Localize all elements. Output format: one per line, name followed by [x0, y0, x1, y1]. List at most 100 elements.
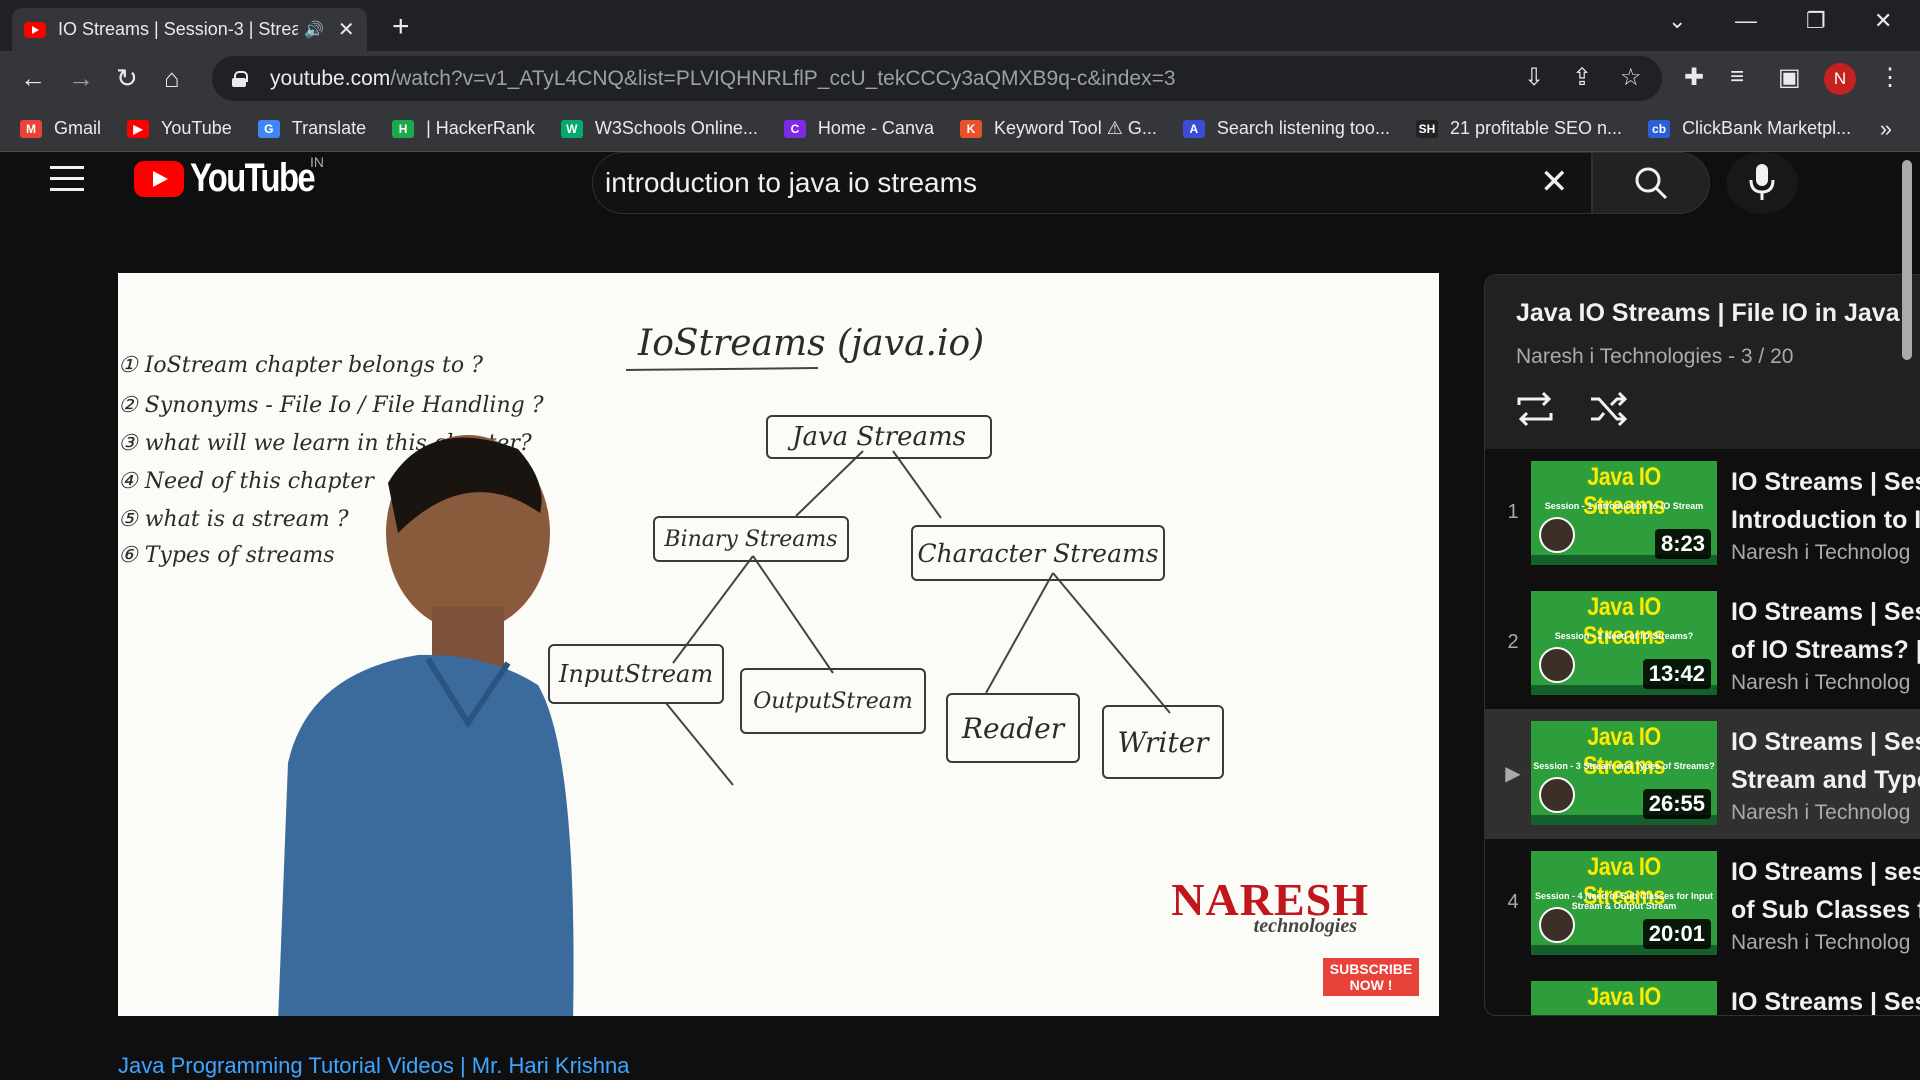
playlist-video-channel: Naresh i Technolog	[1731, 671, 1911, 694]
lock-icon[interactable]	[232, 70, 248, 87]
youtube-logo[interactable]: YouTube IN	[134, 154, 341, 201]
presenter-avatar	[1539, 777, 1575, 813]
bookmark-item[interactable]: M Gmail	[20, 118, 101, 139]
search-box[interactable]	[592, 152, 1592, 214]
playlist-item[interactable]: Java IO Streams IO Streams | Ses	[1485, 969, 1920, 1015]
node-writer: Writer	[1102, 705, 1224, 779]
tab-search-icon[interactable]: ⌄	[1668, 8, 1686, 34]
reload-button[interactable]: ↻	[116, 63, 138, 94]
bookmark-item[interactable]: cb ClickBank Marketpl...	[1648, 118, 1851, 139]
video-duration: 20:01	[1642, 919, 1711, 949]
playlist-item[interactable]: 2 Java IO Streams Session - 2 Need of IO S…	[1485, 579, 1920, 709]
hamburger-menu-icon[interactable]	[50, 166, 84, 192]
bookmark-favicon-icon: M	[20, 119, 42, 138]
thumbnail-subtitle: Session - 3 Stream and Types of Streams?	[1533, 761, 1715, 771]
restore-button[interactable]: ❐	[1806, 8, 1826, 34]
back-button[interactable]: ←	[20, 63, 46, 94]
page-scrollbar[interactable]	[1902, 160, 1912, 360]
thumbnail-heading: Java IO Streams	[1583, 463, 1665, 520]
playlist-panel: Java IO Streams | File IO in Java | C Na…	[1484, 274, 1920, 1016]
presenter-avatar	[1539, 517, 1575, 553]
bookmark-star-icon[interactable]: ☆	[1620, 63, 1642, 92]
playlist-video-title-line1: IO Streams | Ses	[1731, 468, 1920, 496]
home-icon[interactable]: ⌂	[164, 63, 180, 94]
forward-button[interactable]: →	[68, 63, 94, 94]
address-bar-row: ← → ↻ ⌂ youtube.com/watch?v=v1_ATyL4CNQ&…	[0, 51, 1920, 106]
playlist-video-channel: Naresh i Technolog	[1731, 931, 1911, 954]
thumbnail-subtitle: Session - 2 Need of IO Streams?	[1554, 631, 1694, 641]
subscribe-now-badge[interactable]: SUBSCRIBE NOW !	[1323, 958, 1419, 996]
bookmark-item[interactable]: ▶ YouTube	[127, 118, 232, 139]
playlist-video-title-line2: of Sub Classes f	[1731, 896, 1920, 924]
playlist-item-index: 4	[1507, 891, 1519, 913]
bookmark-favicon-icon: K	[959, 119, 982, 138]
bookmark-item[interactable]: C Home - Canva	[783, 118, 934, 139]
country-code: IN	[310, 154, 324, 170]
clear-search-icon[interactable]: ✕	[1540, 162, 1569, 202]
node-character-streams: Character Streams	[911, 525, 1165, 581]
whiteboard-note-2: ② Synonyms - File Io / File Handling ?	[118, 393, 544, 418]
share-icon[interactable]: ⇪	[1572, 63, 1592, 92]
install-app-icon[interactable]: ⇩	[1524, 63, 1544, 92]
bookmark-item[interactable]: H | HackerRank	[392, 118, 535, 139]
profile-avatar[interactable]: N	[1824, 63, 1856, 95]
presenter-figure	[278, 435, 574, 1016]
playlist-video-title[interactable]: IO Streams | Ses	[1731, 983, 1920, 1015]
playlist-video-title[interactable]: IO Streams | Ses of IO Streams? |	[1731, 593, 1920, 669]
playlist-item[interactable]: ▶ Java IO Streams Session - 3 Stream and T…	[1485, 709, 1920, 839]
video-thumbnail[interactable]: Java IO Streams Session - 3 Stream and Ty…	[1531, 721, 1717, 825]
side-panel-icon[interactable]: ▣	[1778, 63, 1801, 92]
bookmark-item[interactable]: SH 21 profitable SEO n...	[1415, 118, 1622, 139]
playlist-video-title[interactable]: IO Streams | ses of Sub Classes f	[1731, 853, 1920, 929]
playlist-video-title-line1: IO Streams | Ses	[1731, 598, 1920, 626]
thumbnail-heading: Java IO Streams	[1583, 593, 1665, 650]
playlist-video-title-line2: Stream and Type	[1731, 766, 1920, 794]
bookmark-label: Gmail	[54, 118, 102, 138]
video-playlist-link[interactable]: Java Programming Tutorial Videos | Mr. H…	[118, 1053, 630, 1079]
video-thumbnail[interactable]: Java IO Streams Session - 1 Introduction …	[1531, 461, 1717, 565]
search-button[interactable]	[1592, 152, 1710, 214]
bookmark-label: W3Schools Online...	[594, 118, 758, 138]
url-host: youtube.com	[270, 66, 391, 90]
video-duration: 8:23	[1654, 529, 1711, 559]
bookmark-item[interactable]: W W3Schools Online...	[560, 118, 758, 139]
shuffle-playlist-icon[interactable]	[1587, 389, 1631, 429]
minimize-button[interactable]: —	[1735, 8, 1757, 34]
close-tab-icon[interactable]: ✕	[338, 17, 355, 42]
bookmarks-overflow-icon[interactable]: »	[1880, 116, 1892, 142]
playlist-item[interactable]: 1 Java IO Streams Session - 1 Introduction…	[1485, 449, 1920, 579]
video-thumbnail[interactable]: Java IO Streams Session - 2 Need of IO St…	[1531, 591, 1717, 695]
playlist-title[interactable]: Java IO Streams | File IO in Java | C	[1516, 299, 1920, 328]
media-controls-icon[interactable]: ≡	[1730, 63, 1744, 91]
thumbnail-heading: Java IO Streams	[1583, 723, 1665, 780]
bookmark-favicon-icon: SH	[1415, 119, 1438, 138]
close-window-button[interactable]: ✕	[1874, 8, 1892, 34]
loop-playlist-icon[interactable]	[1513, 389, 1557, 429]
playlist-item-index: ▶	[1505, 763, 1521, 785]
speaker-icon[interactable]: 🔊	[304, 20, 324, 40]
video-thumbnail[interactable]: Java IO Streams	[1531, 981, 1717, 1015]
presenter-avatar	[1539, 647, 1575, 683]
address-bar[interactable]: youtube.com/watch?v=v1_ATyL4CNQ&list=PLV…	[212, 56, 1662, 101]
search-input[interactable]	[605, 167, 1505, 199]
bookmark-item[interactable]: G Translate	[257, 118, 366, 139]
playlist-video-title-line1: IO Streams | ses	[1731, 858, 1920, 886]
playlist-meta[interactable]: Naresh i Technologies - 3 / 20	[1516, 345, 1793, 369]
playlist-video-title[interactable]: IO Streams | Ses Stream and Type	[1731, 723, 1920, 799]
browser-tab[interactable]: IO Streams | Session-3 | Strea 🔊 ✕	[12, 8, 367, 51]
playlist-video-title[interactable]: IO Streams | Ses Introduction to I	[1731, 463, 1920, 539]
tab-bar: IO Streams | Session-3 | Strea 🔊 ✕ + ⌄ —…	[0, 0, 1920, 51]
search-icon	[1635, 167, 1668, 200]
voice-search-button[interactable]	[1726, 152, 1798, 214]
playlist-item[interactable]: 4 Java IO Streams Session - 4 Need of Sub …	[1485, 839, 1920, 969]
bookmark-label: | HackerRank	[426, 118, 535, 138]
video-player[interactable]: IoStreams (java.io) ① IoStream chapter b…	[118, 273, 1439, 1016]
bookmark-item[interactable]: A Search listening too...	[1182, 118, 1390, 139]
bookmarks-bar: M Gmail ▶ YouTube G Translate H | HackerRank W W3…	[0, 106, 1920, 152]
new-tab-button[interactable]: +	[392, 10, 410, 44]
video-thumbnail[interactable]: Java IO Streams Session - 4 Need of Sub C…	[1531, 851, 1717, 955]
extensions-icon[interactable]: ✚	[1684, 63, 1704, 92]
node-java-streams: Java Streams	[766, 415, 992, 459]
menu-kebab-icon[interactable]: ⋮	[1878, 63, 1902, 92]
bookmark-item[interactable]: K Keyword Tool ⚠ G...	[959, 118, 1157, 139]
